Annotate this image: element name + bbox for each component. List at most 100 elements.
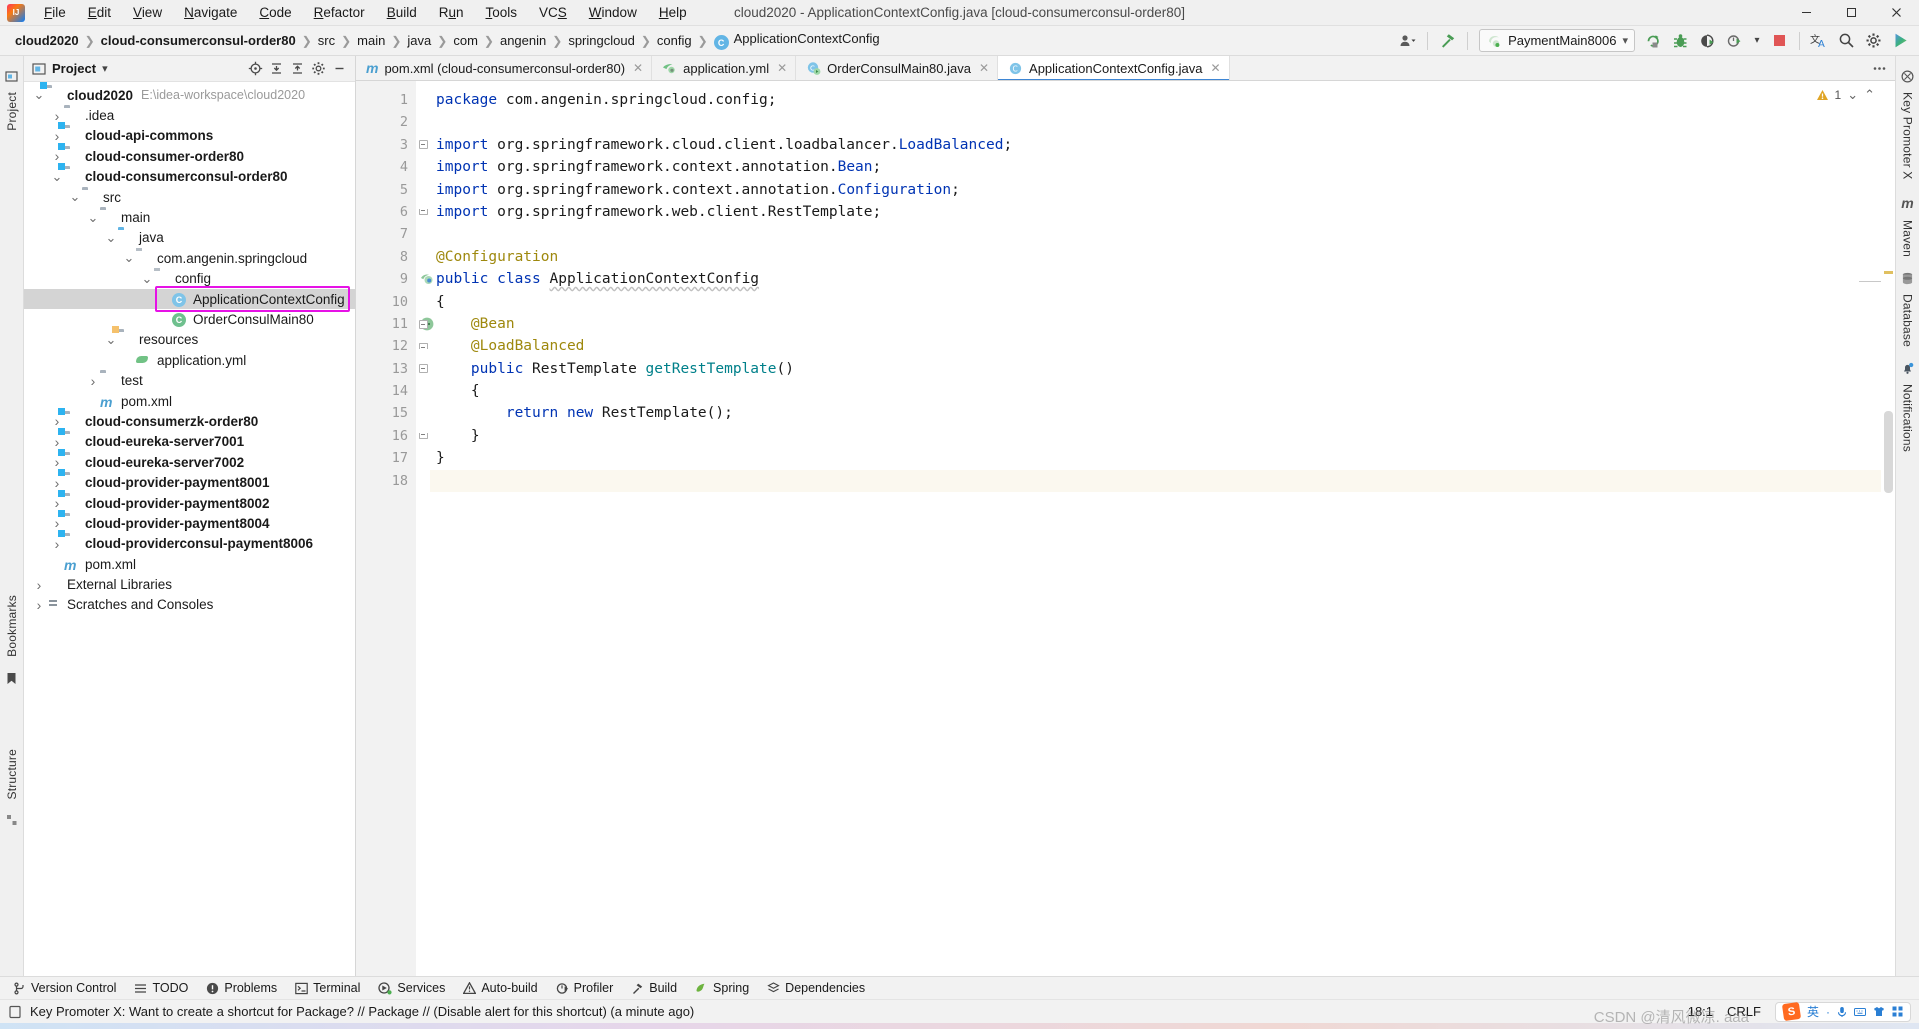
sogou-ime-widget[interactable]: S 英 · (1774, 1001, 1911, 1022)
menu-edit[interactable]: Edit (77, 2, 122, 23)
translate-icon[interactable]: 文A (1807, 29, 1832, 53)
fold-marker[interactable] (416, 358, 430, 380)
code-line[interactable]: import org.springframework.web.client.Re… (430, 201, 1895, 223)
menu-run[interactable]: Run (428, 2, 475, 23)
code-line[interactable] (430, 111, 1895, 133)
chevron-down-icon[interactable]: ▾ (102, 62, 108, 75)
tool-window-build[interactable]: Build (622, 979, 686, 997)
menu-refactor[interactable]: Refactor (303, 2, 376, 23)
tree-item-cloud2020[interactable]: ⌄ cloud2020 E:\idea-workspace\cloud2020 (24, 85, 355, 105)
tree-item-pom-xml[interactable]: m pom.xml (24, 554, 355, 574)
menu-help[interactable]: Help (648, 2, 698, 23)
sidebar-item-maven[interactable]: Maven (1898, 213, 1918, 264)
code-line[interactable]: package com.angenin.springcloud.config; (430, 89, 1895, 111)
close-icon[interactable]: ✕ (1210, 61, 1220, 75)
code-editor[interactable]: 1 2 3 4 5 6 7 8 9 10 11 12 13 14 15 16 17 18 package com.… (356, 81, 1895, 976)
tool-window-services[interactable]: Services (369, 979, 454, 997)
tool-window-spring[interactable]: Spring (686, 979, 758, 997)
chevron-down-icon[interactable]: ⌄ (32, 88, 46, 101)
editor-tab-application-yml[interactable]: application.yml ✕ (652, 56, 797, 80)
chevron-right-icon[interactable]: › (50, 515, 64, 531)
menu-vcs[interactable]: VCS (528, 2, 578, 23)
inspection-widget[interactable]: 1 ⌄ ⌃ (1816, 87, 1875, 103)
collapse-all-icon[interactable] (287, 59, 307, 79)
chevron-down-icon[interactable]: ⌄ (140, 272, 154, 285)
tree-item-config[interactable]: ⌄ config (24, 269, 355, 289)
tree-item-cloud-eureka-server7001[interactable]: › cloud-eureka-server7001 (24, 432, 355, 452)
tree-item-resources[interactable]: ⌄ resources (24, 330, 355, 350)
menu-tools[interactable]: Tools (475, 2, 529, 23)
menu-build[interactable]: Build (376, 2, 428, 23)
scrollbar-thumb[interactable] (1884, 411, 1893, 493)
tool-window-version-control[interactable]: Version Control (4, 979, 125, 997)
tree-item-main[interactable]: ⌄ main (24, 207, 355, 227)
editor-tab-pom-xml-cloud-consumerconsul-order80-[interactable]: m pom.xml (cloud-consumerconsul-order80) ✕ (356, 56, 653, 80)
chevron-down-icon[interactable]: ⌄ (68, 190, 82, 203)
tree-item-cloud-providerconsul-payment8006[interactable]: › cloud-providerconsul-payment8006 (24, 534, 355, 554)
hammer-build-icon[interactable] (1435, 29, 1460, 53)
close-icon[interactable]: ✕ (979, 61, 989, 75)
chevron-right-icon[interactable]: › (50, 148, 64, 164)
run-with-coverage-icon[interactable] (1695, 29, 1720, 53)
sidebar-item-bookmarks[interactable]: Bookmarks (2, 588, 22, 664)
breadcrumb-item-com[interactable]: com (448, 31, 483, 50)
breadcrumb-item-cloud-consumerconsul-order80[interactable]: cloud-consumerconsul-order80 (96, 31, 301, 50)
debug-icon[interactable] (1668, 29, 1693, 53)
dot-icon[interactable]: · (1826, 1005, 1830, 1019)
code-line[interactable]: public RestTemplate getRestTemplate() (430, 358, 1895, 380)
breadcrumb-item-main[interactable]: main (352, 31, 390, 50)
tree-item-com-angenin-springcloud[interactable]: ⌄ com.angenin.springcloud (24, 248, 355, 268)
code-line[interactable]: import org.springframework.context.annot… (430, 179, 1895, 201)
menu-view[interactable]: View (122, 2, 173, 23)
code-line[interactable] (430, 469, 1895, 493)
fold-marker[interactable] (416, 201, 430, 223)
chevron-right-icon[interactable]: › (86, 373, 100, 389)
chevron-down-icon[interactable]: ⌄ (1847, 87, 1858, 103)
tool-window-todo[interactable]: TODO (125, 979, 197, 997)
chevron-right-icon[interactable]: › (50, 434, 64, 450)
fold-marker[interactable] (416, 134, 430, 156)
chevron-right-icon[interactable]: › (50, 475, 64, 491)
search-everywhere-icon[interactable] (1834, 29, 1859, 53)
code-line[interactable]: { (430, 291, 1895, 313)
menu-file[interactable]: File (33, 2, 77, 23)
chevron-down-icon[interactable]: ▾ (1622, 34, 1628, 47)
menu-code[interactable]: Code (248, 2, 302, 23)
chevron-right-icon[interactable]: › (50, 454, 64, 470)
tree-item-cloud-consumer-order80[interactable]: › cloud-consumer-order80 (24, 146, 355, 166)
tree-item-application-yml[interactable]: application.yml (24, 350, 355, 370)
locate-icon[interactable] (245, 59, 265, 79)
sidebar-item-key-promoter-x[interactable]: Key Promoter X (1898, 85, 1918, 187)
chevron-right-icon[interactable]: › (50, 108, 64, 124)
close-icon[interactable]: ✕ (633, 61, 643, 75)
close-button[interactable] (1874, 0, 1919, 26)
tool-window-profiler[interactable]: Profiler (547, 979, 623, 997)
code-line[interactable]: } (430, 447, 1895, 469)
fold-marker[interactable] (416, 335, 430, 357)
tree-item-cloud-eureka-server7002[interactable]: › cloud-eureka-server7002 (24, 452, 355, 472)
tree-item-cloud-api-commons[interactable]: › cloud-api-commons (24, 126, 355, 146)
tool-window-problems[interactable]: Problems (197, 979, 286, 997)
line-separator[interactable]: CRLF (1727, 1004, 1761, 1019)
code-content[interactable]: package com.angenin.springcloud.config; … (430, 81, 1895, 976)
breadcrumb-item-springcloud[interactable]: springcloud (563, 31, 640, 50)
breadcrumb-item-applicationcontextconfig[interactable]: C ApplicationContextConfig (709, 29, 885, 53)
play-colored-icon[interactable] (1888, 29, 1913, 53)
code-line[interactable]: @LoadBalanced (430, 335, 1895, 357)
tree-item-cloud-provider-payment8002[interactable]: › cloud-provider-payment8002 (24, 493, 355, 513)
tool-window-terminal[interactable]: Terminal (286, 979, 369, 997)
tree-item-test[interactable]: › test (24, 370, 355, 390)
code-line[interactable]: import org.springframework.context.annot… (430, 156, 1895, 178)
tree-item-orderconsulmain80[interactable]: C OrderConsulMain80 (24, 309, 355, 329)
user-avatar-icon[interactable] (1395, 29, 1420, 53)
chevron-right-icon[interactable]: › (50, 413, 64, 429)
run-configuration-selector[interactable]: PaymentMain8006 ▾ (1479, 29, 1635, 52)
tree-item-cloud-consumerconsul-order80[interactable]: ⌄ cloud-consumerconsul-order80 (24, 167, 355, 187)
code-line[interactable] (430, 223, 1895, 245)
tree-item-applicationcontextconfig[interactable]: C ApplicationContextConfig (24, 288, 355, 310)
tree-item-cloud-provider-payment8004[interactable]: › cloud-provider-payment8004 (24, 513, 355, 533)
sidebar-item-notifications[interactable]: Notifications (1898, 377, 1918, 459)
settings-gear-icon[interactable] (1861, 29, 1886, 53)
tool-window-dependencies[interactable]: Dependencies (758, 979, 874, 997)
menu-navigate[interactable]: Navigate (173, 2, 248, 23)
